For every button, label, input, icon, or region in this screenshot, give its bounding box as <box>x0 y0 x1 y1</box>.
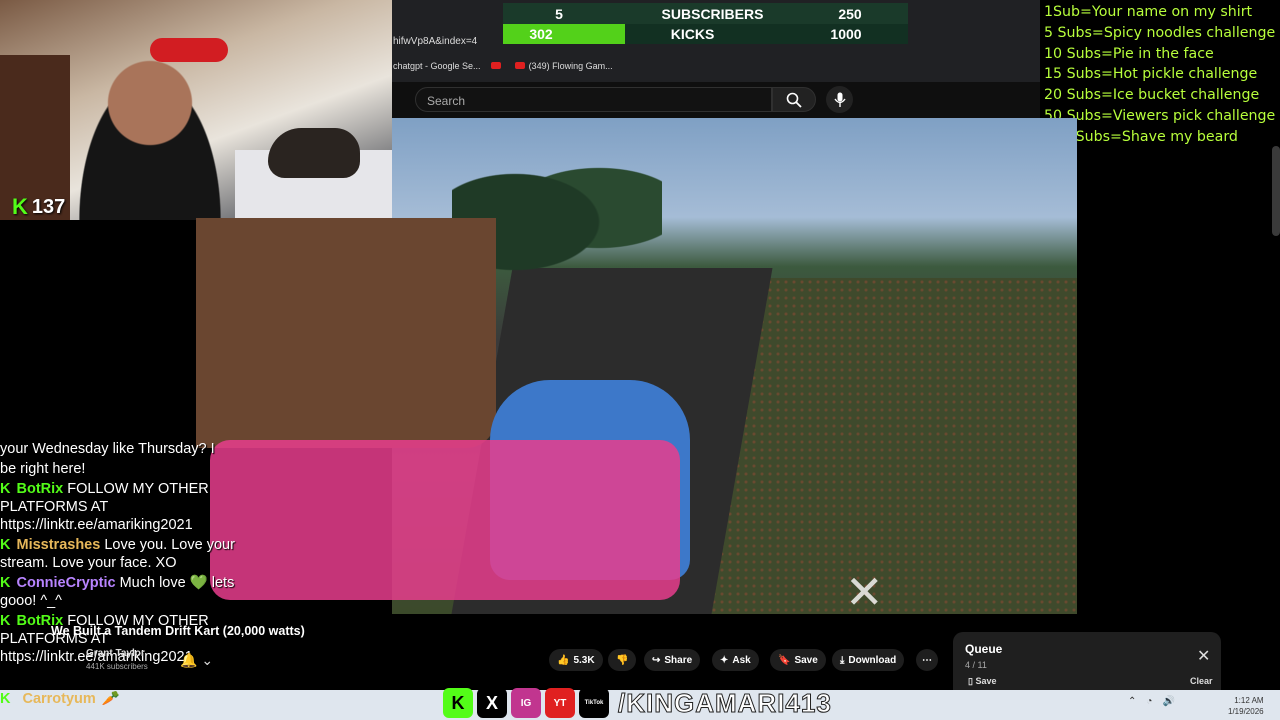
queue-count: 4 / 11 <box>965 660 987 670</box>
subscriber-current: 5 <box>555 5 563 22</box>
streamer-handle: /KINGAMARI413 <box>618 688 832 719</box>
kick-badge-icon: K <box>0 537 11 553</box>
bookmarks-bar: chatgpt - Google Se... (349) Flowing Gam… <box>393 61 613 71</box>
chat-message: K ConnieCryptic Much love 💚 lets gooo! ^_^ <box>0 575 235 609</box>
bookmark-icon: 🔖 <box>778 654 791 666</box>
search-input[interactable]: Search <box>415 87 772 112</box>
dislike-button[interactable]: 👎 <box>608 649 637 671</box>
subscriber-label: SUBSCRIBERS <box>661 5 764 22</box>
goal-item: 5 Subs=Spicy noodles challenge <box>1044 24 1276 41</box>
queue-title: Queue <box>965 642 1003 656</box>
goal-item: 20 Subs=Ice bucket challenge <box>1044 87 1260 104</box>
x-logo-icon: X <box>477 688 507 718</box>
bookmark-item[interactable]: chatgpt - Google Se... <box>393 61 481 71</box>
kicks-goal-bar: 302 KICKS 1000 <box>503 24 908 44</box>
kick-logo-icon: K <box>443 688 473 718</box>
search-icon <box>786 92 802 108</box>
chat-username[interactable]: Misstrashes <box>16 537 100 553</box>
kicks-current: 302 <box>529 26 553 42</box>
sparkle-icon: ✦ <box>720 654 729 666</box>
chevron-up-icon[interactable]: ⌃ <box>1128 696 1136 707</box>
kick-badge-icon: K <box>0 613 11 629</box>
goal-item: 1Sub=Your name on my shirt <box>1044 4 1253 20</box>
voice-search-button[interactable] <box>826 86 853 113</box>
streamer-image <box>60 40 240 220</box>
page-scrollbar[interactable] <box>1272 146 1280 236</box>
thumbs-up-icon: 👍 <box>557 654 570 666</box>
download-icon: ⤓ <box>840 654 845 666</box>
ask-button[interactable]: ✦ Ask <box>712 649 759 671</box>
kick-follower-count: K 137 <box>12 194 66 219</box>
more-actions-button[interactable]: ⋯ <box>916 649 938 671</box>
notification-bell-button[interactable]: 🔔 ⌄ <box>180 652 213 669</box>
bookmark-item[interactable] <box>490 61 505 71</box>
wifi-icon[interactable]: ◔ <box>1146 696 1152 707</box>
chat-message: be right here! <box>0 461 86 477</box>
instagram-logo-icon: IG <box>511 688 541 718</box>
chat-message: K Carrotyum 🥕 <box>0 690 120 708</box>
social-links: K X IG YT TikTok <box>443 688 609 718</box>
thumbs-down-icon: 👎 <box>616 654 629 666</box>
rider-jacket-image <box>196 218 496 448</box>
video-title: We Built a Tandem Drift Kart (20,000 wat… <box>51 624 305 638</box>
queue-clear-button[interactable]: Clear <box>1190 676 1213 686</box>
microphone-icon <box>833 92 846 107</box>
youtube-icon <box>514 62 525 69</box>
youtube-icon <box>490 62 501 69</box>
kicks-label: KICKS <box>670 26 715 42</box>
download-button[interactable]: ⤓ Download <box>832 649 905 671</box>
kick-badge-icon: K <box>0 575 11 591</box>
chat-message: K BotRix FOLLOW MY OTHER PLATFORMS AT http… <box>0 481 209 533</box>
bell-icon: 🔔 <box>180 652 198 668</box>
search-button[interactable] <box>772 87 816 112</box>
headband-image <box>150 38 228 62</box>
url-bar-fragment[interactable]: hifwVp8A&index=4 <box>393 36 477 47</box>
goal-item: 10 Subs=Pie in the face <box>1044 45 1214 62</box>
chat-username[interactable]: BotRix <box>16 481 63 497</box>
chat-message: your Wednesday like Thursday? I <box>0 441 215 457</box>
save-button[interactable]: 🔖 Save <box>770 649 826 671</box>
tiktok-logo-icon: TikTok <box>579 688 609 718</box>
goal-item: 50 Subs=Viewers pick challenge <box>1044 107 1276 124</box>
channel-subscriber-count: 441K subscribers <box>86 662 148 671</box>
dog-image <box>268 128 360 178</box>
chat-username[interactable]: Carrotyum <box>22 691 95 707</box>
system-clock[interactable]: 1:12 AM 1/19/2026 <box>1228 695 1264 717</box>
chevron-down-icon: ⌄ <box>201 652 214 668</box>
bookmark-icon: ▯ <box>968 676 973 686</box>
pink-kart-frame-image <box>210 440 680 600</box>
webcam-feed <box>0 0 392 220</box>
chat-username[interactable]: ConnieCryptic <box>16 575 115 591</box>
sub-goals-list: 1Sub=Your name on my shirt 5 Subs=Spicy … <box>1042 0 1280 146</box>
share-icon: ↪ <box>652 654 661 666</box>
subscriber-goal-bar: 5 SUBSCRIBERS 250 <box>503 3 908 24</box>
goal-item: 100 Subs=Shave my beard <box>1044 128 1238 145</box>
share-button[interactable]: ↪ Share <box>644 649 701 671</box>
volume-icon[interactable]: 🔊 <box>1162 696 1174 707</box>
queue-close-button[interactable]: ✕ <box>1197 646 1210 666</box>
close-icon: ✕ <box>1197 648 1211 665</box>
kick-logo-icon: K <box>12 194 28 219</box>
kick-badge-icon: K <box>0 690 11 707</box>
youtube-logo-icon: YT <box>545 688 575 718</box>
carrot-emote-icon: 🥕 <box>101 691 120 707</box>
like-button[interactable]: 👍 5.3K <box>549 649 603 671</box>
kicks-goal: 1000 <box>830 26 862 42</box>
chat-message: K Misstrashes Love you. Love your stream. … <box>0 537 235 571</box>
kick-badge-icon: K <box>0 481 11 497</box>
bookmark-item[interactable]: (349) Flowing Gam... <box>514 61 613 71</box>
channel-name[interactable]: Grant Taylor <box>86 648 145 659</box>
subscriber-goal: 250 <box>838 5 862 22</box>
goal-item: 15 Subs=Hot pickle challenge <box>1044 66 1258 83</box>
more-icon: ⋯ <box>922 654 932 666</box>
close-video-icon[interactable]: ✕ <box>845 565 884 619</box>
queue-save-button[interactable]: ▯ Save <box>968 676 997 687</box>
system-tray: ⌃ ◔ 🔊 <box>1128 696 1175 707</box>
